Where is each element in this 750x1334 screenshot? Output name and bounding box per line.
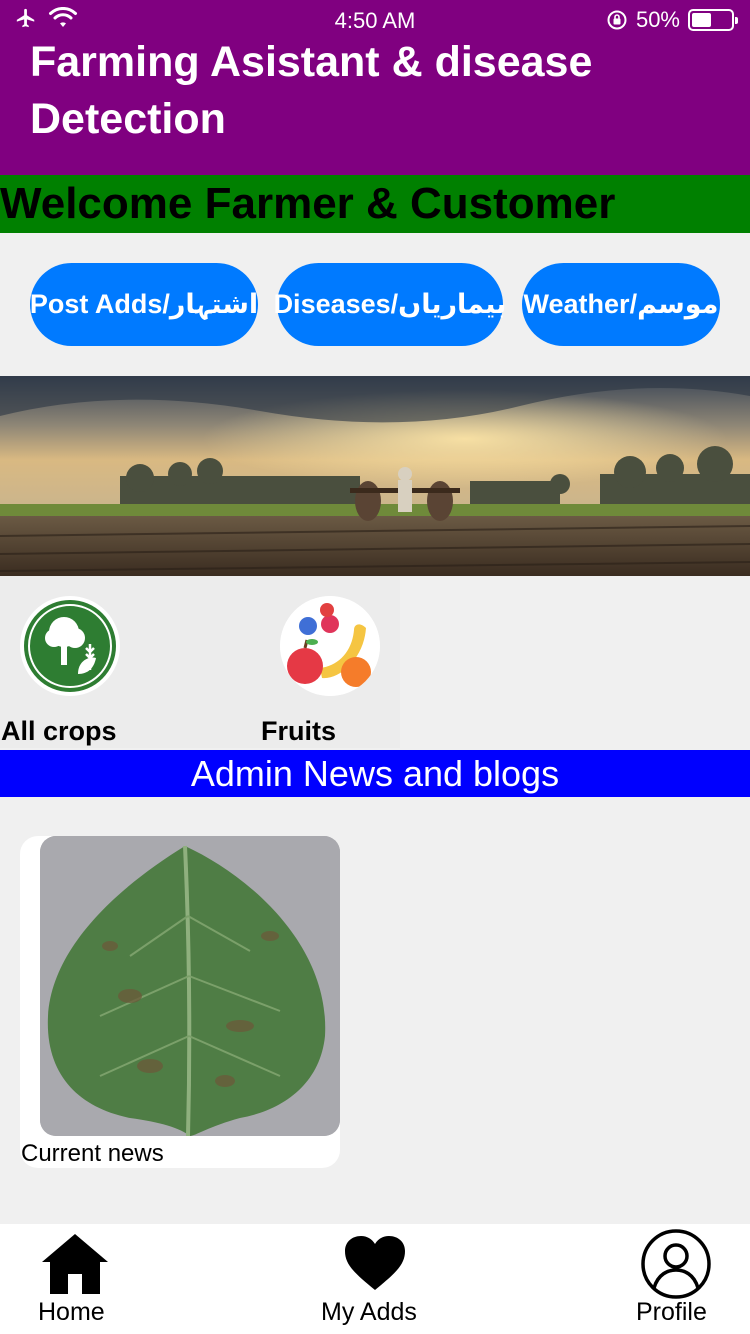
home-icon bbox=[42, 1234, 108, 1294]
bottom-tab-bar: Home My Adds Profile bbox=[0, 1224, 750, 1334]
app-header: 4:50 AM 50% Farming Asistant & disease D… bbox=[0, 0, 750, 175]
farm-banner-image bbox=[0, 376, 750, 576]
welcome-banner: Welcome Farmer & Customer bbox=[0, 175, 750, 233]
category-label-fruits[interactable]: Fruits bbox=[261, 716, 336, 747]
user-icon bbox=[641, 1229, 711, 1299]
weather-button[interactable]: Weather/موسم bbox=[522, 263, 720, 346]
tab-label-home: Home bbox=[38, 1298, 105, 1326]
tab-label-my-adds: My Adds bbox=[321, 1298, 417, 1326]
tab-label-profile: Profile bbox=[636, 1298, 707, 1326]
crops-tree-icon[interactable] bbox=[20, 596, 120, 696]
diseased-leaf-image bbox=[40, 836, 340, 1136]
app-title: Farming Asistant & disease Detection bbox=[30, 38, 593, 143]
orientation-lock-icon bbox=[607, 10, 627, 30]
news-heading: Admin News and blogs bbox=[0, 750, 750, 797]
category-label-all-crops[interactable]: All crops bbox=[1, 716, 117, 747]
news-card[interactable]: Current news bbox=[20, 836, 340, 1168]
battery-level bbox=[692, 13, 711, 27]
news-card-caption: Current news bbox=[21, 1140, 164, 1167]
tab-profile[interactable]: Profile bbox=[630, 1224, 725, 1334]
battery-icon bbox=[688, 9, 738, 31]
fruits-icon[interactable] bbox=[280, 596, 380, 696]
post-adds-button[interactable]: Post Adds/اشتہار bbox=[30, 263, 258, 346]
welcome-text: Welcome Farmer & Customer bbox=[0, 179, 616, 228]
status-right: 50% bbox=[606, 7, 738, 33]
tab-home[interactable]: Home bbox=[30, 1224, 120, 1334]
diseases-button[interactable]: Diseases/بیماریاں bbox=[274, 263, 506, 346]
heart-icon bbox=[345, 1236, 405, 1290]
battery-percent: 50% bbox=[635, 7, 680, 32]
tab-my-adds[interactable]: My Adds bbox=[318, 1224, 433, 1334]
